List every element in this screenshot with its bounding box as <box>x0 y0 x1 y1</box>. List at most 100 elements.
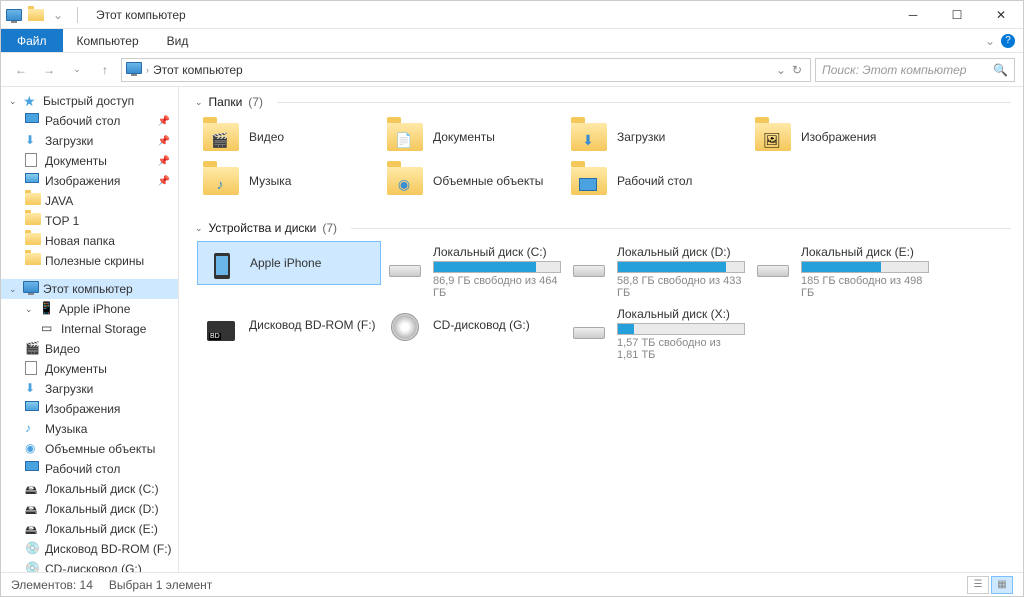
chevron-down-icon[interactable]: ⌄ <box>9 284 19 295</box>
tree-item-newfolder[interactable]: Новая папка <box>1 231 178 251</box>
drive-cd[interactable]: CD-дисковод (G:) <box>381 303 565 347</box>
search-icon[interactable]: 🔍 <box>993 63 1008 77</box>
folder-3d[interactable]: ◉Объемные объекты <box>381 159 565 203</box>
nav-recent-button[interactable]: ⌄ <box>65 58 89 82</box>
music-icon: ♪ <box>25 421 41 437</box>
tree-item-internal-storage[interactable]: ▭Internal Storage <box>1 319 178 339</box>
drive-icon: 🖴 <box>25 521 41 537</box>
tree-item-drive-d[interactable]: 🖴Локальный диск (D:) <box>1 499 178 519</box>
close-button[interactable]: ✕ <box>979 1 1023 29</box>
phone-icon: 📱 <box>39 301 55 317</box>
download-icon: ⬇ <box>25 133 41 149</box>
tree-this-pc[interactable]: ⌄ Этот компьютер <box>1 279 178 299</box>
folder-downloads[interactable]: ⬇Загрузки <box>565 115 749 159</box>
tree-item-drive-c[interactable]: 🖴Локальный диск (C:) <box>1 479 178 499</box>
usage-bar <box>617 323 745 335</box>
statusbar: Элементов: 14 Выбран 1 элемент ☰ ▦ <box>1 572 1023 596</box>
tree-item-top1[interactable]: TOP 1 <box>1 211 178 231</box>
chevron-down-icon[interactable]: ⌄ <box>195 97 203 108</box>
refresh-icon[interactable]: ↻ <box>792 63 802 77</box>
group-count: (7) <box>322 221 337 235</box>
folder-documents[interactable]: 📄Документы <box>381 115 565 159</box>
tree-item-desktop[interactable]: Рабочий стол📌 <box>1 111 178 131</box>
tab-view[interactable]: Вид <box>153 29 203 52</box>
drive-icon: ▭ <box>41 321 57 337</box>
status-item-count: Элементов: 14 <box>11 578 93 592</box>
qat-properties-icon[interactable] <box>27 6 45 24</box>
tree-item-iphone[interactable]: ⌄📱Apple iPhone <box>1 299 178 319</box>
drive-icon: 🖴 <box>25 481 41 497</box>
download-icon: ⬇ <box>25 381 41 397</box>
nav-up-button[interactable]: ↑ <box>93 58 117 82</box>
search-input[interactable] <box>822 63 993 77</box>
view-details-button[interactable]: ☰ <box>967 576 989 594</box>
drive-d[interactable]: Локальный диск (D:) 58,8 ГБ свободно из … <box>565 241 749 303</box>
minimize-button[interactable]: ─ <box>891 1 935 29</box>
folder-pictures[interactable]: 🖼Изображения <box>749 115 933 159</box>
tree-item-3d[interactable]: ◉Объемные объекты <box>1 439 178 459</box>
status-selection: Выбран 1 элемент <box>109 578 212 592</box>
tree-item-documents2[interactable]: Документы <box>1 359 178 379</box>
pin-icon: 📌 <box>158 176 170 187</box>
drive-iphone[interactable]: Apple iPhone <box>197 241 381 285</box>
tree-item-videos[interactable]: 🎬Видео <box>1 339 178 359</box>
qat-dropdown-icon[interactable]: ⌄ <box>49 6 67 24</box>
tree-item-pictures[interactable]: Изображения📌 <box>1 171 178 191</box>
tree-item-bd-rom[interactable]: 💿Дисковод BD-ROM (F:) <box>1 539 178 559</box>
star-icon: ★ <box>23 93 39 109</box>
breadcrumb-dropdown-icon[interactable]: ⌄ <box>776 63 786 77</box>
drive-icon: 🖴 <box>25 501 41 517</box>
tree-item-downloads[interactable]: ⬇Загрузки📌 <box>1 131 178 151</box>
usage-bar <box>617 261 745 273</box>
drive-c[interactable]: Локальный диск (C:) 86,9 ГБ свободно из … <box>381 241 565 303</box>
maximize-button[interactable]: ☐ <box>935 1 979 29</box>
tree-item-pictures2[interactable]: Изображения <box>1 399 178 419</box>
tree-item-drive-e[interactable]: 🖴Локальный диск (E:) <box>1 519 178 539</box>
tree-item-java[interactable]: JAVA <box>1 191 178 211</box>
ribbon: Файл Компьютер Вид ⌄ ? <box>1 29 1023 53</box>
breadcrumb-icon <box>126 62 142 78</box>
usage-bar <box>801 261 929 273</box>
help-icon[interactable]: ? <box>1001 34 1015 48</box>
content-pane[interactable]: ⌄ Папки (7) 🎬Видео 📄Документы ⬇Загрузки … <box>179 87 1023 572</box>
group-header-devices[interactable]: ⌄ Устройства и диски (7) <box>183 213 1023 239</box>
nav-forward-button[interactable]: → <box>37 58 61 82</box>
drives-grid: Apple iPhone Локальный диск (C:) 86,9 ГБ… <box>183 239 1023 375</box>
tree-quick-access[interactable]: ⌄ ★ Быстрый доступ <box>1 91 178 111</box>
chevron-right-icon[interactable]: › <box>146 65 149 75</box>
tab-file[interactable]: Файл <box>1 29 63 52</box>
folder-videos[interactable]: 🎬Видео <box>197 115 381 159</box>
search-box[interactable]: 🔍 <box>815 58 1015 82</box>
tree-item-downloads2[interactable]: ⬇Загрузки <box>1 379 178 399</box>
chevron-down-icon[interactable]: ⌄ <box>195 223 203 234</box>
drive-bd[interactable]: BD Дисковод BD-ROM (F:) <box>197 303 381 347</box>
drive-icon <box>385 245 425 277</box>
folder-music[interactable]: ♪Музыка <box>197 159 381 203</box>
tree-item-desktop2[interactable]: Рабочий стол <box>1 459 178 479</box>
nav-back-button[interactable]: ← <box>9 58 33 82</box>
drive-icon <box>753 245 793 277</box>
tree-item-music[interactable]: ♪Музыка <box>1 419 178 439</box>
breadcrumb-location[interactable]: Этот компьютер <box>153 63 243 77</box>
tab-computer[interactable]: Компьютер <box>63 29 153 52</box>
pin-icon: 📌 <box>158 136 170 147</box>
addressbar: ← → ⌄ ↑ › Этот компьютер ⌄ ↻ 🔍 <box>1 53 1023 87</box>
tree-label: Быстрый доступ <box>43 94 134 108</box>
group-header-folders[interactable]: ⌄ Папки (7) <box>183 87 1023 113</box>
drive-x[interactable]: Локальный диск (X:) 1,57 ТБ свободно из … <box>565 303 749 365</box>
drive-e[interactable]: Локальный диск (E:) 185 ГБ свободно из 4… <box>749 241 933 303</box>
ribbon-collapse-icon[interactable]: ⌄ <box>985 34 995 48</box>
tree-item-cd-rom[interactable]: 💿CD-дисковод (G:) <box>1 559 178 572</box>
chevron-down-icon[interactable]: ⌄ <box>25 304 35 315</box>
titlebar: ⌄ Этот компьютер ─ ☐ ✕ <box>1 1 1023 29</box>
folders-grid: 🎬Видео 📄Документы ⬇Загрузки 🖼Изображения… <box>183 113 1023 213</box>
breadcrumb[interactable]: › Этот компьютер ⌄ ↻ <box>121 58 811 82</box>
folder-desktop[interactable]: Рабочий стол <box>565 159 749 203</box>
pin-icon: 📌 <box>158 116 170 127</box>
chevron-down-icon[interactable]: ⌄ <box>9 96 19 107</box>
view-tiles-button[interactable]: ▦ <box>991 576 1013 594</box>
tree-item-screenshots[interactable]: Полезные скрины <box>1 251 178 271</box>
video-icon: 🎬 <box>25 341 41 357</box>
tree-item-documents[interactable]: Документы📌 <box>1 151 178 171</box>
navigation-pane[interactable]: ⌄ ★ Быстрый доступ Рабочий стол📌 ⬇Загруз… <box>1 87 179 572</box>
